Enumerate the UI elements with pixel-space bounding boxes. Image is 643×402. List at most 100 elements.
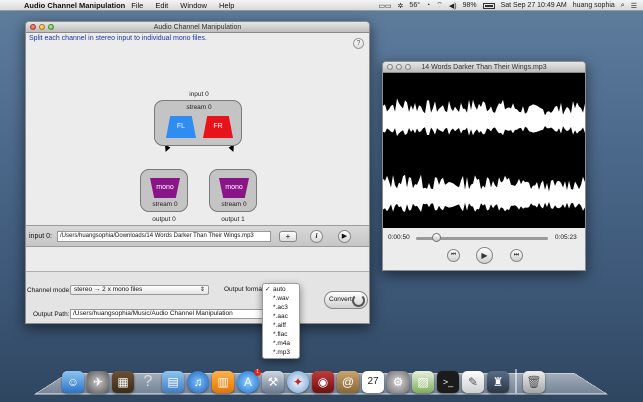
status-area: ▭▭ ✲ 56° ◔ ⌔ ◀) 98% Sat Sep 27 10:49 AM … [378,0,637,11]
add-input-button[interactable]: + [279,231,297,242]
minimize-button[interactable] [39,24,45,30]
help-button[interactable]: ? [353,38,364,49]
system-prefs-icon[interactable]: ⚙ [387,371,409,393]
waveform-channel [383,174,585,212]
safari-icon[interactable]: ✦ [287,371,309,393]
output-node-0[interactable]: mono stream 0 [140,169,188,212]
player-title: 14 Words Darker Than Their Wings.mp3 [421,64,547,71]
waveform-svg [383,98,585,212]
player-titlebar[interactable]: 14 Words Darker Than Their Wings.mp3 [383,62,585,73]
output-path-label: Output Path: [33,311,70,318]
channel-mode-select[interactable]: stereo → 2 x mono files ⇕ [70,285,209,295]
output-format-menu[interactable]: ✓ auto *.wav *.ac3 *.aac *.aiff *.flac *.… [262,283,300,359]
waveform-view[interactable] [383,73,585,228]
seek-thumb[interactable] [432,233,442,242]
output-stream-label-0: stream 0 [152,201,178,208]
format-option-wav[interactable]: *.wav [263,294,299,303]
spotlight-icon[interactable]: ⌕ [621,2,625,10]
format-option-aiff[interactable]: *.aiff [263,321,299,330]
help-icon[interactable]: ? [137,371,159,393]
time-machine-icon[interactable]: ◔ [426,2,430,9]
user-name[interactable]: huang sophia [573,2,615,9]
notification-icon[interactable]: ☰ [631,2,637,10]
output-label-1: output 1 [221,216,245,223]
main-window: Audio Channel Manipulation Split each ch… [25,21,370,324]
main-titlebar[interactable]: Audio Channel Manipulation [26,22,369,33]
settings-icon[interactable]: ✲ [398,2,404,10]
format-option-flac[interactable]: *.flac [263,330,299,339]
rewind-button[interactable]: ⏮ [447,249,460,262]
window-title: Audio Channel Manipulation [153,24,242,31]
launchpad-icon[interactable]: ✈ [87,371,109,393]
menu-help[interactable]: Help [213,1,240,10]
play-input-button[interactable]: ▶ [338,230,351,243]
mono-node-0[interactable]: mono [150,178,180,198]
contacts-icon[interactable]: @ [337,371,359,393]
menu-bar: Audio Channel Manipulation File Edit Win… [0,0,643,11]
waveform-channel [383,98,585,137]
temperature-text[interactable]: 56° [409,2,420,9]
player-controls: 0:00:50 0:05:23 ⏮ ▶ ⏭ [383,228,585,270]
input-node-label: input 0 [189,91,209,98]
preview-icon[interactable]: ▨ [412,371,434,393]
zoom-button[interactable] [48,24,54,30]
photo-booth-icon[interactable]: ◉ [312,371,334,393]
itunes-icon[interactable]: ♫ [187,371,209,393]
info-button[interactable]: i [310,230,323,243]
duration-time: 0:05:23 [555,234,577,241]
fast-forward-button[interactable]: ⏭ [510,249,523,262]
channel-fl[interactable]: FL [166,116,196,138]
appstore-badge: 1 [254,369,261,376]
automator-icon[interactable]: ♜ [487,371,509,393]
channel-graph: input 0 stream 0 FL FR mono stream 0 out… [26,50,369,226]
format-option-aac[interactable]: *.aac [263,312,299,321]
wifi-icon[interactable]: ⌔ [436,1,443,10]
menu-file[interactable]: File [125,1,149,10]
output-format-label: Output format [224,286,264,293]
finder-icon[interactable]: ☺ [62,371,84,393]
channel-fr[interactable]: FR [203,116,233,138]
player-zoom-button[interactable] [405,64,411,70]
output-node-1[interactable]: mono stream 0 [209,169,257,212]
mono-node-1[interactable]: mono [219,178,249,198]
output-label-0: output 0 [152,216,176,223]
menu-window[interactable]: Window [174,1,213,10]
format-option-ac3[interactable]: *.ac3 [263,303,299,312]
dock: ☺ ✈ ▦ ? ▤ ♫ ▥ A1 ⚒ ✦ ◉ @ 27 ⚙ ▨ >_ ✎ ♜ 🗑 [62,369,582,393]
photo-icon[interactable]: ▦ [112,371,134,393]
xcode-icon[interactable]: ⚒ [262,371,284,393]
trash-icon[interactable]: 🗑 [523,371,545,393]
play-button[interactable]: ▶ [476,247,493,264]
calendar-icon[interactable]: 27 [362,371,384,393]
input-row-label: input 0: [29,233,52,240]
channel-mode-value: stereo → 2 x mono files [74,286,143,293]
output-path-field[interactable]: /Users/huangsophia/Music/Audio Channel M… [70,309,264,319]
textedit-icon[interactable]: ✎ [462,371,484,393]
player-minimize-button[interactable] [396,64,402,70]
convert-button[interactable]: Convert [324,291,368,309]
audio-meter-icon[interactable]: ▭▭ [378,2,391,10]
description-text: Split each channel in stereo input to in… [29,35,207,42]
player-close-button[interactable] [387,64,393,70]
clock-text[interactable]: Sat Sep 27 10:49 AM [501,2,567,9]
format-option-m4a[interactable]: *.m4a [263,339,299,348]
ibooks-icon[interactable]: ▥ [212,371,234,393]
volume-icon[interactable]: ◀) [449,2,457,10]
battery-icon[interactable] [482,2,495,9]
terminal-icon[interactable]: >_ [437,371,459,393]
close-button[interactable] [30,24,36,30]
folder-icon[interactable]: ▤ [162,371,184,393]
appstore-icon[interactable]: A1 [237,369,261,393]
calendar-day: 27 [367,376,379,387]
output-stream-label-1: stream 0 [221,201,247,208]
menu-edit[interactable]: Edit [149,1,174,10]
app-menu[interactable]: Audio Channel Manipulation [18,1,125,10]
progress-spinner-icon [352,294,365,307]
input-path-field[interactable]: /Users/huangsophia/Downloads/14 Words Da… [57,231,271,242]
format-option-auto[interactable]: ✓ auto [263,285,299,294]
input-stream-node[interactable]: stream 0 FL FR [154,100,242,146]
format-option-mp3[interactable]: *.mp3 [263,348,299,357]
input-row: input 0: /Users/huangsophia/Downloads/14… [26,225,369,247]
options-panel: Channel mode: stereo → 2 x mono files ⇕ … [26,271,369,323]
battery-percent[interactable]: 98% [463,2,477,9]
